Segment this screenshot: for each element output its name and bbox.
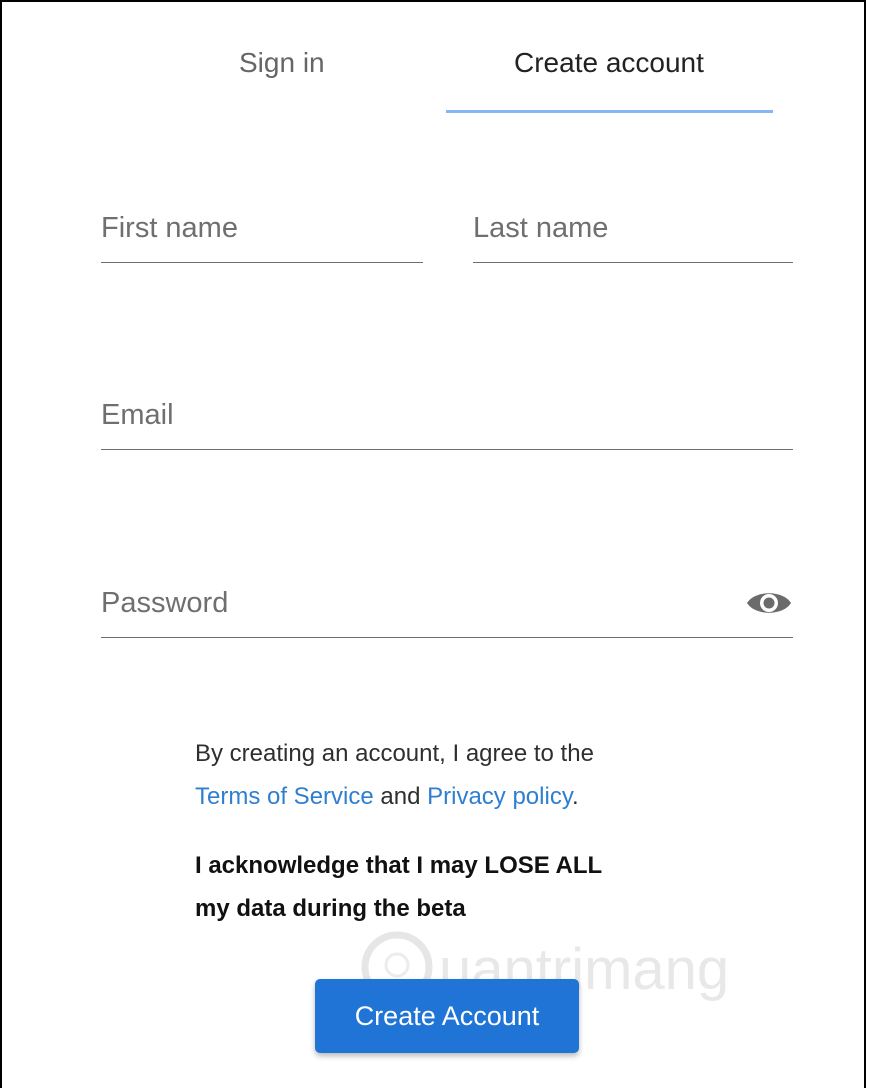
ack-line-1: I acknowledge that I may LOSE ALL — [195, 852, 603, 879]
ack-line-2: my data during the beta — [195, 895, 466, 922]
email-field — [101, 394, 793, 450]
eye-icon[interactable] — [745, 584, 793, 622]
tab-bar: Sign in Create account — [2, 2, 868, 114]
beta-acknowledgement: I acknowledge that I may LOSE ALL my dat… — [195, 844, 755, 930]
terms-and: and — [380, 783, 421, 810]
first-name-field — [101, 207, 423, 263]
last-name-input[interactable] — [473, 207, 793, 249]
last-name-field — [473, 207, 793, 263]
terms-text: By creating an account, I agree to the T… — [195, 732, 755, 818]
terms-prefix: By creating an account, I agree to the — [195, 740, 594, 767]
first-name-input[interactable] — [101, 207, 423, 249]
active-tab-indicator — [446, 110, 773, 113]
terms-suffix: . — [572, 783, 579, 810]
privacy-policy-link[interactable]: Privacy policy — [427, 783, 572, 810]
email-input[interactable] — [101, 394, 793, 436]
create-account-button[interactable]: Create Account — [315, 979, 579, 1053]
password-input[interactable] — [101, 582, 721, 624]
tab-sign-in[interactable]: Sign in — [239, 47, 325, 79]
tab-create-account[interactable]: Create account — [514, 47, 704, 79]
dialog-frame: Sign in Create account By creating an ac… — [0, 0, 866, 1088]
password-field — [101, 582, 793, 638]
terms-of-service-link[interactable]: Terms of Service — [195, 783, 374, 810]
